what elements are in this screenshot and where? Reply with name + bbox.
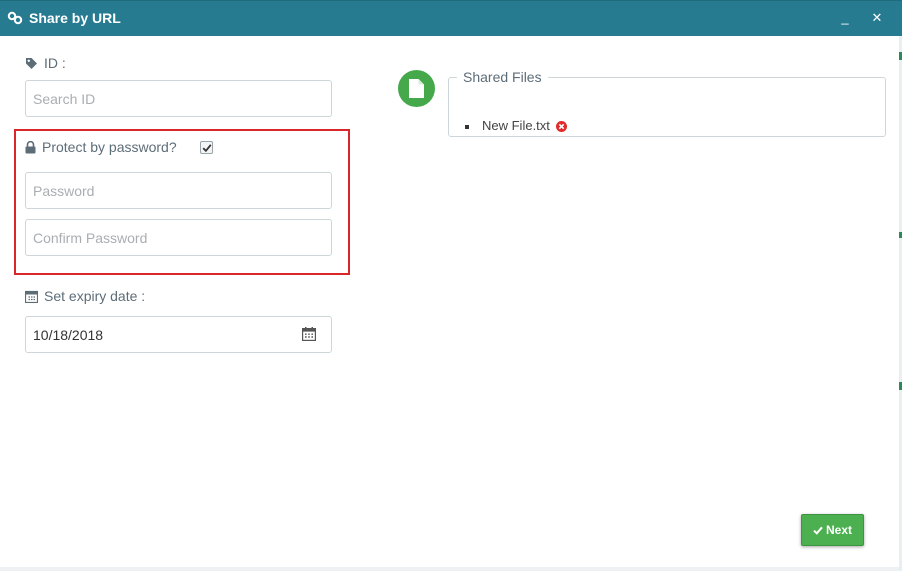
remove-circle-icon[interactable] [555,121,567,132]
shared-files-legend: Shared Files [457,69,548,85]
lock-icon [25,140,36,154]
minimize-button[interactable]: _ [837,9,853,27]
shared-file-item: New File.txt [465,118,567,133]
close-button[interactable]: ✕ [869,9,885,27]
confirm-password-input[interactable] [25,219,332,256]
calendar-icon [24,290,39,304]
expiry-label: Set expiry date : [24,288,146,304]
checkmark-icon [202,144,212,153]
file-icon [409,79,424,98]
next-button-label: Next [825,523,852,537]
check-icon [813,526,823,535]
id-label: ID : [25,55,66,71]
window-title: Share by URL [29,10,121,26]
id-search-input[interactable] [25,80,332,117]
list-bullet [465,124,469,129]
window-title-bar: Share by URL _ ✕ [0,0,902,36]
protect-password-label: Protect by password? [25,139,177,155]
password-input[interactable] [25,172,332,209]
file-icon-badge [398,70,435,107]
next-button[interactable]: Next [801,514,864,546]
expiry-label-text: Set expiry date : [44,288,146,304]
link-icon [7,11,23,25]
tag-icon [26,58,37,69]
id-label-text: ID : [44,55,66,71]
calendar-picker-icon[interactable] [302,327,316,341]
expiry-date-input[interactable] [25,316,332,353]
window-bottom-edge [0,567,899,571]
protect-password-text: Protect by password? [42,139,177,155]
shared-file-name: New File.txt [482,118,550,133]
protect-password-checkbox[interactable] [200,141,213,154]
